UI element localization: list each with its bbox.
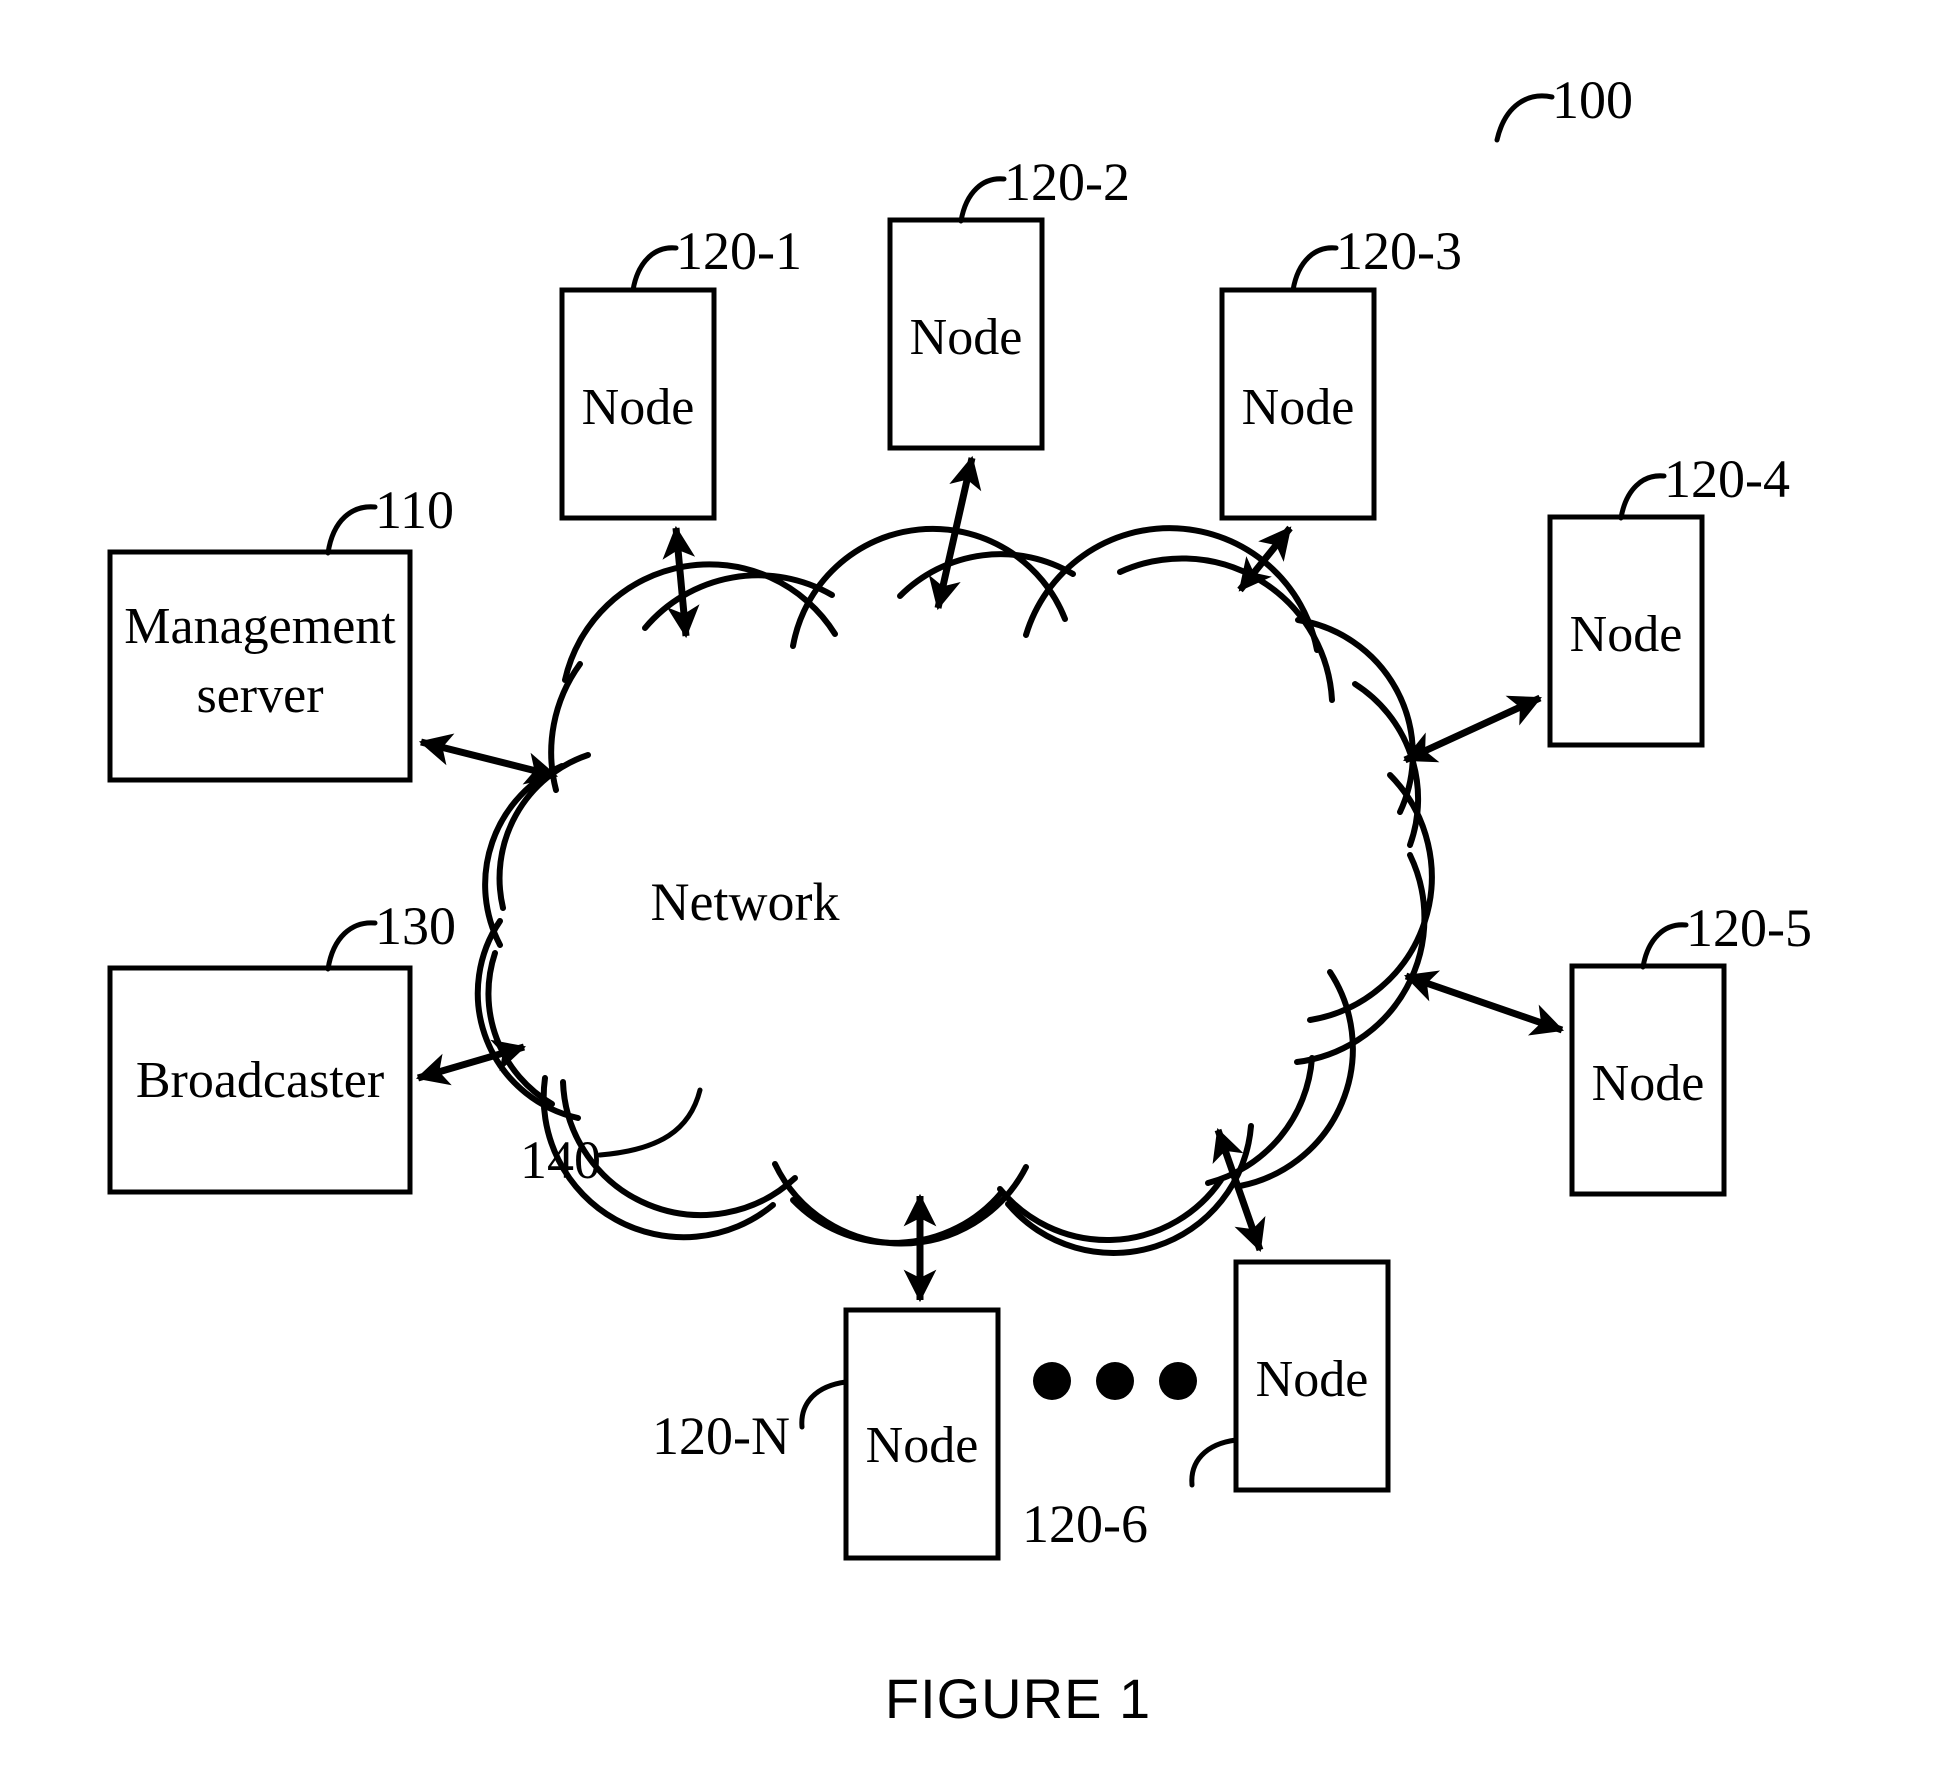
leader-line — [1618, 473, 1667, 521]
cloud-arc-segment — [1237, 969, 1356, 1189]
leader-line — [1494, 93, 1555, 143]
node-120-n-ref-callout: 120-N — [652, 1379, 849, 1466]
figure-caption: FIGURE 1 — [885, 1667, 1151, 1730]
connector-node-120-5-network[interactable] — [1403, 970, 1565, 1036]
ellipsis-dot — [1033, 1362, 1071, 1400]
node-120-2-ref-callout: 120-2 — [958, 152, 1130, 224]
broadcaster-ref-label: 130 — [375, 896, 456, 956]
system-ref-label: 100 — [1552, 70, 1633, 130]
leader-line — [325, 504, 378, 556]
ellipsis-dot — [1096, 1362, 1134, 1400]
node-120-2-ref-label: 120-2 — [1004, 152, 1130, 212]
node-120-6-ref-callout: 120-6 — [1022, 1437, 1239, 1554]
leader-line — [958, 176, 1007, 224]
node-120-2-box[interactable]: Node — [887, 217, 1045, 451]
node-120-3-ref-label: 120-3 — [1336, 221, 1462, 281]
leader-line — [799, 1379, 849, 1430]
node-120-1-label: Node — [582, 379, 695, 436]
figure-page: Network 140 100 Management server 110 Br… — [0, 0, 1938, 1771]
node-120-5-ref-callout: 120-5 — [1640, 898, 1812, 970]
node-120-2-label: Node — [910, 309, 1023, 366]
management-server-label-line1: Management — [124, 598, 396, 655]
cloud-arc-segment — [1307, 772, 1435, 1023]
cloud-arc-segment — [482, 763, 565, 948]
ellipsis-dots — [1033, 1362, 1197, 1400]
leader-line — [630, 245, 679, 293]
network-architecture-diagram: Network 140 100 Management server 110 Br… — [107, 70, 1812, 1730]
node-120-1-box[interactable]: Node — [559, 287, 717, 521]
node-120-6-box[interactable]: Node — [1233, 1259, 1391, 1493]
node-120-n-box[interactable]: Node — [843, 1307, 1001, 1561]
node-120-n-label: Node — [866, 1417, 979, 1474]
connector-management-server-network[interactable] — [418, 733, 559, 785]
leader-line — [1189, 1437, 1239, 1488]
node-120-3-label: Node — [1242, 379, 1355, 436]
network-cloud[interactable]: Network — [474, 525, 1435, 1256]
leader-line — [325, 920, 378, 972]
management-server-box[interactable]: Management server — [107, 549, 413, 783]
cloud-arc-segment — [496, 752, 591, 911]
cloud-arc-segment — [1117, 555, 1335, 703]
ellipsis-dot — [1159, 1362, 1197, 1400]
node-120-n-ref-label: 120-N — [652, 1406, 790, 1466]
management-server-ref-callout: 110 — [325, 480, 454, 556]
node-120-4-label: Node — [1570, 606, 1683, 663]
node-120-6-ref-label: 120-6 — [1022, 1494, 1148, 1554]
management-server-label-line2: server — [196, 667, 323, 724]
leader-line — [1640, 922, 1689, 970]
connector-node-120-1-network[interactable] — [662, 525, 700, 639]
leader-line — [1290, 245, 1339, 293]
cloud-ref-label: 140 — [520, 1130, 601, 1190]
node-120-4-ref-callout: 120-4 — [1618, 449, 1790, 521]
management-server-rect[interactable] — [107, 549, 413, 783]
node-120-6-label: Node — [1256, 1351, 1369, 1408]
node-120-5-ref-label: 120-5 — [1686, 898, 1812, 958]
cloud-label: Network — [651, 872, 840, 932]
connector-node-120-4-network[interactable] — [1403, 694, 1542, 764]
management-server-ref-label: 110 — [375, 480, 454, 540]
node-120-1-ref-label: 120-1 — [676, 221, 802, 281]
node-120-5-label: Node — [1592, 1055, 1705, 1112]
node-120-4-box[interactable]: Node — [1547, 514, 1705, 748]
node-120-3-ref-callout: 120-3 — [1290, 221, 1462, 293]
broadcaster-label: Broadcaster — [136, 1052, 384, 1109]
broadcaster-box[interactable]: Broadcaster — [107, 965, 413, 1195]
cloud-arc-segment — [1352, 681, 1422, 848]
node-120-5-box[interactable]: Node — [1569, 963, 1727, 1197]
broadcaster-ref-callout: 130 — [325, 896, 456, 972]
connector-node-120-6-network[interactable] — [1212, 1127, 1266, 1253]
node-120-1-ref-callout: 120-1 — [630, 221, 802, 293]
system-ref-callout: 100 — [1494, 70, 1633, 143]
node-120-3-box[interactable]: Node — [1219, 287, 1377, 521]
node-120-4-ref-label: 120-4 — [1664, 449, 1790, 509]
leader-line — [597, 1087, 703, 1158]
